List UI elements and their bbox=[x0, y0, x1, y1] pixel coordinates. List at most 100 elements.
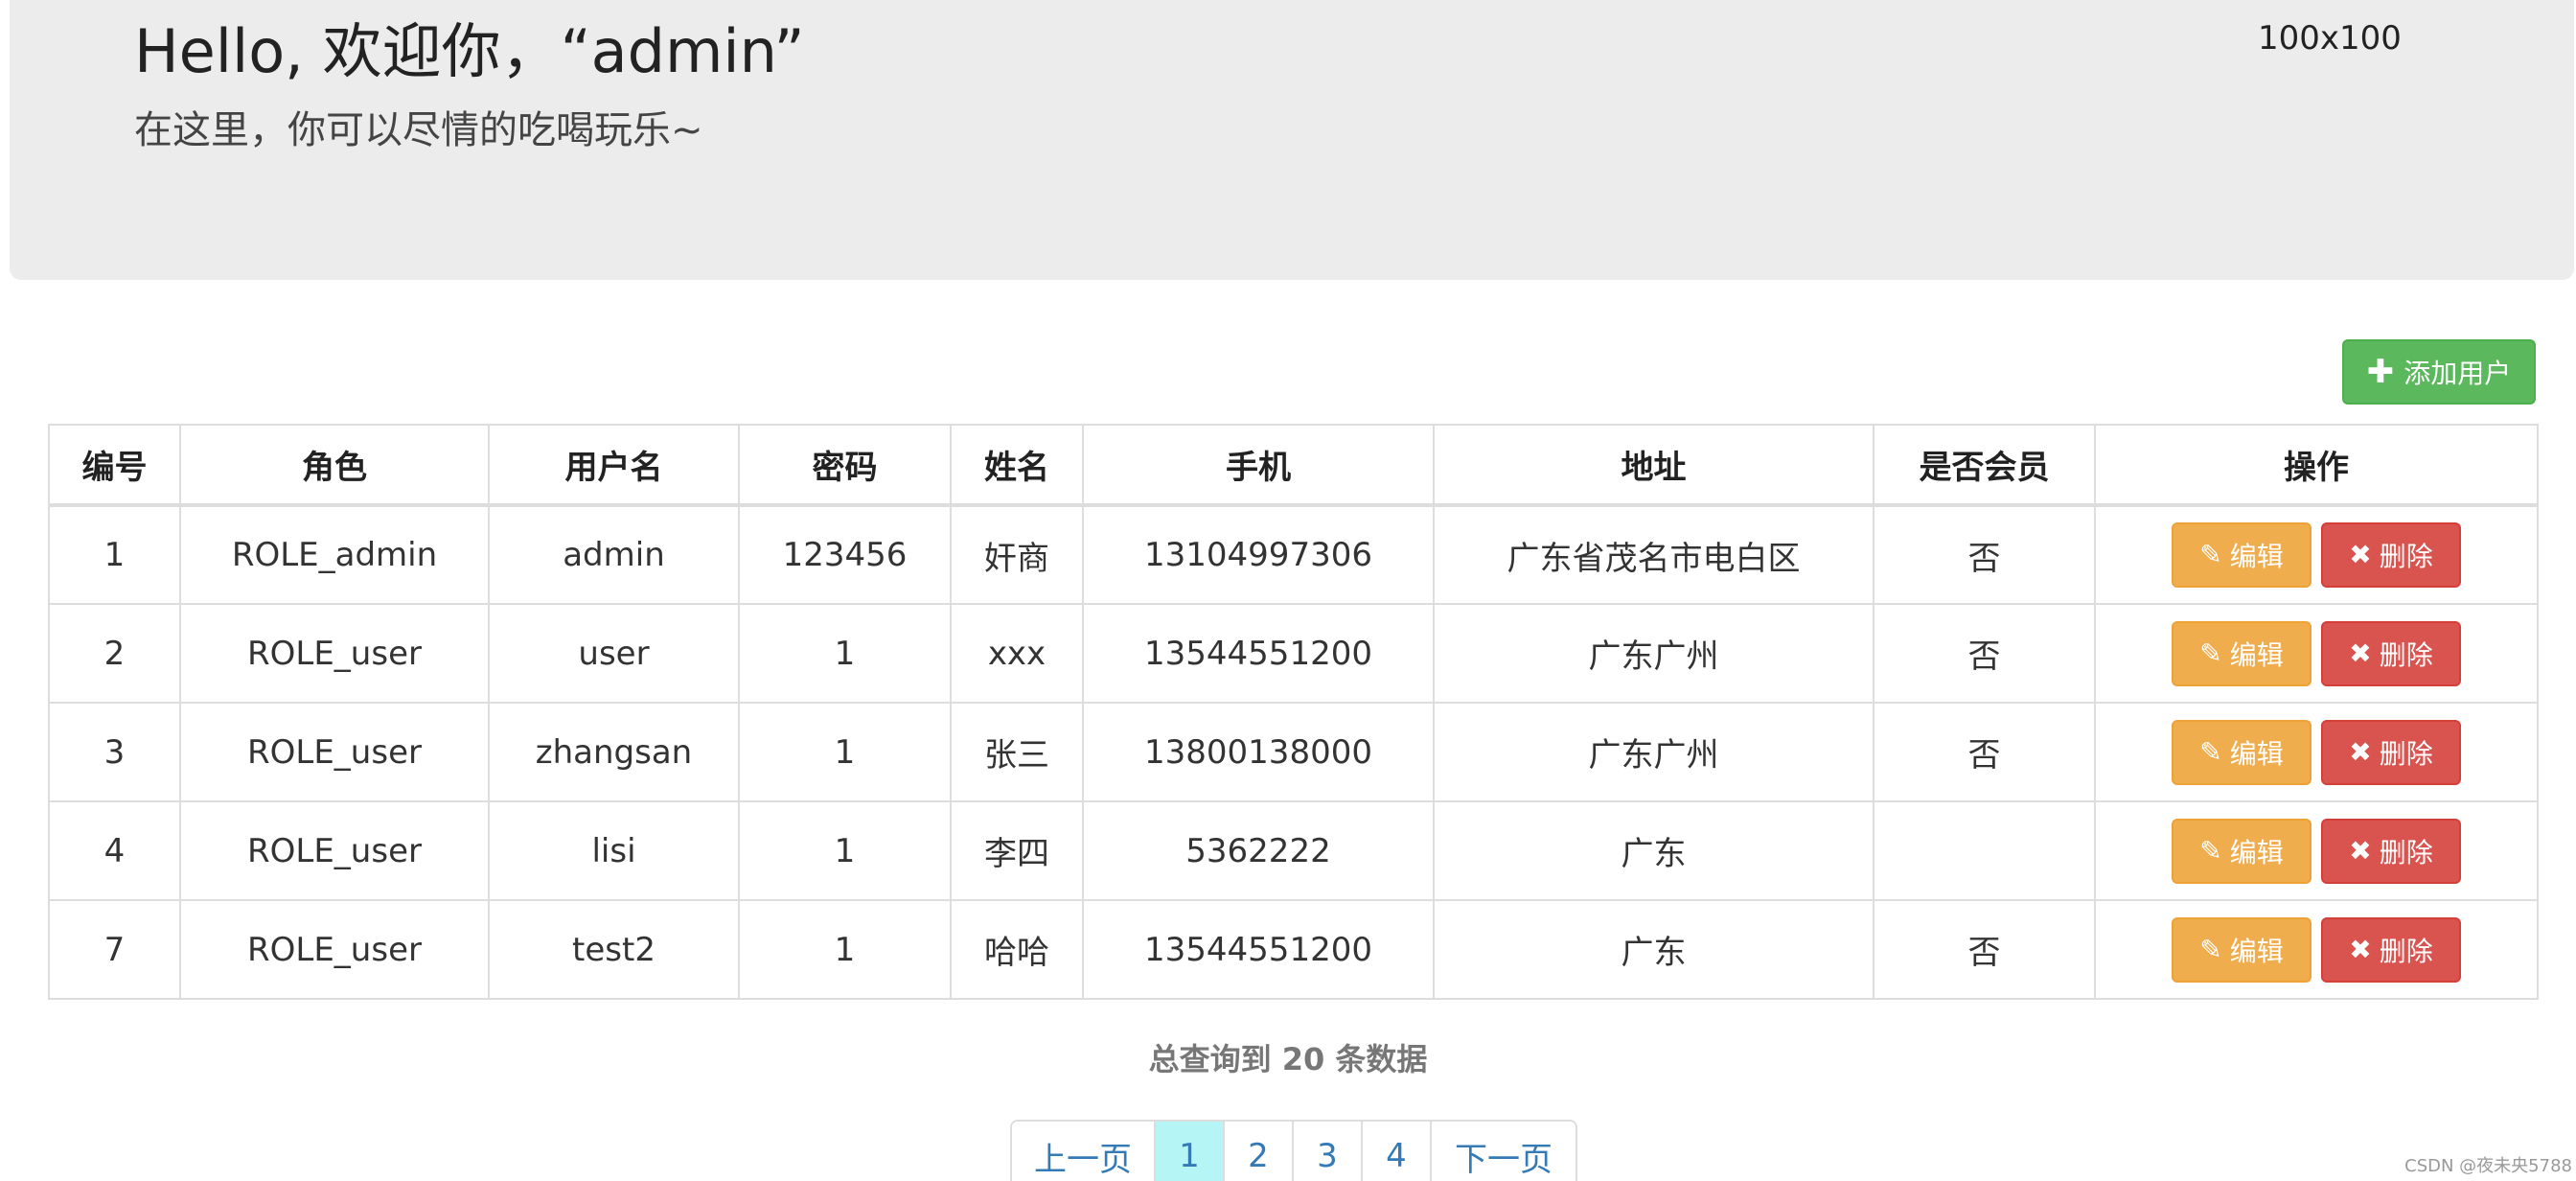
cell-password: 123456 bbox=[738, 504, 952, 605]
cell-phone: 5362222 bbox=[1082, 800, 1435, 901]
cell-username: lisi bbox=[488, 800, 740, 901]
cell-password: 1 bbox=[738, 702, 952, 802]
cell-role: ROLE_admin bbox=[179, 504, 490, 605]
column-header-name: 姓名 bbox=[950, 424, 1084, 507]
close-icon: ✖ bbox=[2349, 539, 2372, 570]
cell-id: 2 bbox=[48, 603, 181, 704]
pagination-page-3[interactable]: 3 bbox=[1294, 1122, 1363, 1181]
cell-member: 否 bbox=[1873, 702, 2096, 802]
delete-label: 删除 bbox=[2379, 638, 2433, 671]
cell-username: zhangsan bbox=[488, 702, 740, 802]
cell-password: 1 bbox=[738, 800, 952, 901]
pagination-next[interactable]: 下一页 bbox=[1432, 1122, 1576, 1181]
pagination-prev[interactable]: 上一页 bbox=[1012, 1122, 1156, 1181]
pagination-page-2[interactable]: 2 bbox=[1225, 1122, 1294, 1181]
add-user-button[interactable]: ✚ 添加用户 bbox=[2342, 339, 2536, 405]
cell-address: 广东 bbox=[1433, 800, 1874, 901]
edit-label: 编辑 bbox=[2229, 638, 2284, 671]
edit-label: 编辑 bbox=[2229, 836, 2284, 868]
plus-icon: ✚ bbox=[2366, 353, 2395, 391]
pencil-icon: ✎ bbox=[2199, 933, 2222, 965]
edit-button[interactable]: ✎ 编辑 bbox=[2172, 916, 2312, 983]
delete-label: 删除 bbox=[2379, 836, 2433, 868]
cell-member bbox=[1873, 800, 2096, 901]
cell-username: test2 bbox=[488, 899, 740, 1000]
cell-actions: ✎ 编辑 ✖ 删除 bbox=[2094, 800, 2539, 901]
cell-phone: 13104997306 bbox=[1082, 504, 1435, 605]
edit-button[interactable]: ✎ 编辑 bbox=[2172, 818, 2312, 884]
close-icon: ✖ bbox=[2349, 834, 2372, 867]
edit-label: 编辑 bbox=[2229, 935, 2284, 967]
welcome-title: Hello, 欢迎你，“admin” bbox=[134, 16, 805, 86]
cell-address: 广东省茂名市电白区 bbox=[1433, 504, 1874, 605]
pagination-page-4[interactable]: 4 bbox=[1363, 1122, 1432, 1181]
cell-password: 1 bbox=[738, 899, 952, 1000]
cell-username: admin bbox=[488, 504, 740, 605]
cell-role: ROLE_user bbox=[179, 899, 490, 1000]
cell-address: 广东 bbox=[1433, 899, 1874, 1000]
welcome-jumbotron: Hello, 欢迎你，“admin” 在这里，你可以尽情的吃喝玩乐~ bbox=[10, 0, 2574, 280]
cell-role: ROLE_user bbox=[179, 800, 490, 901]
column-header-username: 用户名 bbox=[488, 424, 740, 507]
cell-id: 4 bbox=[48, 800, 181, 901]
pagination: 上一页 1 2 3 4 下一页 bbox=[1010, 1120, 1577, 1181]
column-header-address: 地址 bbox=[1433, 424, 1874, 507]
close-icon: ✖ bbox=[2349, 933, 2372, 965]
edit-label: 编辑 bbox=[2229, 541, 2284, 572]
cell-actions: ✎ 编辑 ✖ 删除 bbox=[2094, 504, 2539, 605]
cell-name: 哈哈 bbox=[950, 899, 1084, 1000]
column-header-role: 角色 bbox=[179, 424, 490, 507]
edit-button[interactable]: ✎ 编辑 bbox=[2172, 719, 2312, 785]
welcome-subtitle: 在这里，你可以尽情的吃喝玩乐~ bbox=[134, 108, 703, 152]
cell-member: 否 bbox=[1873, 504, 2096, 605]
cell-phone: 13544551200 bbox=[1082, 603, 1435, 704]
cell-actions: ✎ 编辑 ✖ 删除 bbox=[2094, 603, 2539, 704]
table-row: 3 ROLE_user zhangsan 1 张三 13800138000 广东… bbox=[48, 702, 2539, 802]
cell-address: 广东广州 bbox=[1433, 603, 1874, 704]
delete-button[interactable]: ✖ 删除 bbox=[2321, 522, 2461, 588]
avatar: 100x100 bbox=[2258, 19, 2402, 58]
table-row: 4 ROLE_user lisi 1 李四 5362222 广东 ✎ 编辑 ✖ 删除 bbox=[48, 800, 2539, 901]
edit-button[interactable]: ✎ 编辑 bbox=[2172, 620, 2312, 686]
edit-label: 编辑 bbox=[2229, 737, 2284, 770]
column-header-member: 是否会员 bbox=[1873, 424, 2096, 507]
pagination-page-1[interactable]: 1 bbox=[1156, 1122, 1225, 1181]
cell-member: 否 bbox=[1873, 899, 2096, 1000]
delete-button[interactable]: ✖ 删除 bbox=[2321, 916, 2461, 983]
cell-id: 1 bbox=[48, 504, 181, 605]
cell-password: 1 bbox=[738, 603, 952, 704]
delete-button[interactable]: ✖ 删除 bbox=[2321, 818, 2461, 884]
pencil-icon: ✎ bbox=[2199, 539, 2222, 570]
users-table: 编号 角色 用户名 密码 姓名 手机 地址 是否会员 操作 1 ROLE_adm… bbox=[48, 424, 2539, 1000]
delete-button[interactable]: ✖ 删除 bbox=[2321, 620, 2461, 686]
cell-name: 奸商 bbox=[950, 504, 1084, 605]
delete-label: 删除 bbox=[2379, 935, 2433, 967]
column-header-phone: 手机 bbox=[1082, 424, 1435, 507]
delete-label: 删除 bbox=[2379, 737, 2433, 770]
table-row: 1 ROLE_admin admin 123456 奸商 13104997306… bbox=[48, 504, 2539, 605]
pencil-icon: ✎ bbox=[2199, 834, 2222, 867]
cell-name: xxx bbox=[950, 603, 1084, 704]
column-header-password: 密码 bbox=[738, 424, 952, 507]
column-header-id: 编号 bbox=[48, 424, 181, 507]
pencil-icon: ✎ bbox=[2199, 735, 2222, 768]
cell-role: ROLE_user bbox=[179, 702, 490, 802]
add-user-label: 添加用户 bbox=[2404, 358, 2512, 389]
table-row: 7 ROLE_user test2 1 哈哈 13544551200 广东 否 … bbox=[48, 899, 2539, 1000]
table-row: 2 ROLE_user user 1 xxx 13544551200 广东广州 … bbox=[48, 603, 2539, 704]
cell-id: 7 bbox=[48, 899, 181, 1000]
result-count-summary: 总查询到 20 条数据 bbox=[1148, 1041, 1428, 1077]
table-header-row: 编号 角色 用户名 密码 姓名 手机 地址 是否会员 操作 bbox=[48, 424, 2539, 507]
cell-name: 李四 bbox=[950, 800, 1084, 901]
cell-phone: 13800138000 bbox=[1082, 702, 1435, 802]
delete-label: 删除 bbox=[2379, 541, 2433, 572]
edit-button[interactable]: ✎ 编辑 bbox=[2172, 522, 2312, 588]
cell-member: 否 bbox=[1873, 603, 2096, 704]
delete-button[interactable]: ✖ 删除 bbox=[2321, 719, 2461, 785]
cell-username: user bbox=[488, 603, 740, 704]
watermark: CSDN @夜未央5788 bbox=[2404, 1156, 2572, 1176]
cell-actions: ✎ 编辑 ✖ 删除 bbox=[2094, 899, 2539, 1000]
cell-role: ROLE_user bbox=[179, 603, 490, 704]
cell-address: 广东广州 bbox=[1433, 702, 1874, 802]
cell-name: 张三 bbox=[950, 702, 1084, 802]
